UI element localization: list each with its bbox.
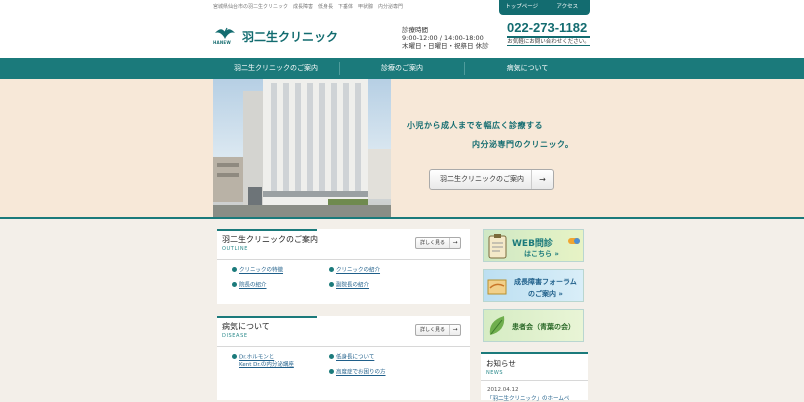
pill-icon [568,238,580,244]
outline-more-button[interactable]: 詳しく見る → [415,237,461,249]
link-label: 低身長について [336,354,375,361]
clinic-building-photo [213,79,391,218]
arrow-right-icon: → [449,238,460,248]
link-label: クリニックの紹介 [336,267,381,274]
nav-item-clinic-guide[interactable]: 羽二生クリニックのご案内 [213,58,339,79]
bullet-icon [232,282,237,287]
hero-divider [0,217,804,219]
main-nav: 羽二生クリニックのご案内 診療のご案内 病気について [0,58,804,79]
bullet-icon [232,354,237,359]
link-label: 高度症でお困りの方 [336,369,386,376]
leaf-icon [489,316,505,335]
disease-card: 病気について DISEASE 詳しく見る → Dr.ホルモンと Kent Dr.… [217,316,470,400]
contact-note[interactable]: お気軽にお問い合わせください。 [507,36,590,46]
bullet-icon [232,267,237,272]
hero-copy-line2: 内分泌専門のクリニック。 [472,140,574,149]
link-endocrine-lecture[interactable]: Kent Dr.の内分泌講座 [239,362,294,369]
clipboard-icon [488,234,507,259]
hero-button-label: 羽二生クリニックのご案内 [440,175,524,183]
news-divider [481,380,588,381]
hours-time: 9:00-12:00 / 14:00-18:00 [402,34,484,42]
bullet-icon [329,267,334,272]
link-director-intro[interactable]: 院長の紹介 [232,282,267,290]
bullet-icon [329,354,334,359]
outline-subtitle: OUTLINE [222,246,249,252]
link-clinic-features[interactable]: クリニックの特徴 [232,267,283,275]
more-label: 詳しく見る [420,327,446,333]
hero-section: 小児から成人までを幅広く診療する 内分泌専門のクリニック。 羽二生クリニックのご… [0,79,804,218]
top-links: トップページ アクセス [499,0,590,15]
growth-forum-banner[interactable]: 成長障害フォーラム のご案内 » [483,269,584,302]
phone-number[interactable]: 022-273-1182 [507,20,587,35]
card-divider [217,346,470,347]
link-label: クリニックの特徴 [239,267,284,274]
link-troubled[interactable]: 高度症でお困りの方 [329,369,386,377]
outline-card: 羽二生クリニックのご案内 OUTLINE 詳しく見る → クリニックの特徴 クリ… [217,229,470,304]
arrow-right-icon: → [531,170,553,189]
top-link-access[interactable]: アクセス [545,0,591,15]
hero-clinic-guide-button[interactable]: 羽二生クリニックのご案内 → [429,169,554,190]
nav-item-treatment[interactable]: 診療のご案内 [340,58,464,79]
patient-association-banner[interactable]: 患者会（青葉の会） [483,309,584,342]
news-date: 2012.04.12 [487,387,519,393]
link-clinic-intro[interactable]: クリニックの紹介 [329,267,380,275]
link-vice-director-intro[interactable]: 副院長の紹介 [329,282,369,290]
link-dr-hormone[interactable]: Dr.ホルモンと [232,354,274,362]
card-accent-bar [217,316,317,318]
logo-subtext: HANEW [213,40,231,45]
card-divider [217,259,470,260]
link-short-stature[interactable]: 低身長について [329,354,374,362]
arrow-right-icon: → [449,325,460,335]
link-label: Dr.ホルモンと [239,354,275,361]
bullet-icon [329,369,334,374]
web-questionnaire-banner[interactable]: WEB問診 はこちら » [483,229,584,262]
banner-web-line1: WEB問診 [512,239,553,249]
news-box: お知らせ NEWS 2012.04.12 「羽二生クリニック」のホームペ [481,352,588,402]
banner-web-line2: はこちら » [524,250,559,258]
link-label: 院長の紹介 [239,282,267,289]
banner-growth-line2: のご案内 » [528,290,563,298]
disease-subtitle: DISEASE [222,333,248,339]
clinic-hours: 診療時間 9:00-12:00 / 14:00-18:00 木曜日・日曜日・祝祭… [402,26,489,50]
news-item-link[interactable]: 「羽二生クリニック」のホームペ [487,394,569,402]
news-accent-bar [481,352,588,354]
site-header: 宮城県仙台市の羽二生クリニック 成長障害 低身長 下垂体 甲状腺 内分泌専門 H… [0,0,804,58]
hero-copy-line1: 小児から成人までを幅広く診療する [407,121,543,130]
header-tagline: 宮城県仙台市の羽二生クリニック 成長障害 低身長 下垂体 甲状腺 内分泌専門 [213,4,404,10]
clinic-logo-text[interactable]: 羽二生クリニック [242,28,338,45]
top-link-home[interactable]: トップページ [499,0,545,15]
disease-title: 病気について [222,322,270,331]
disease-more-button[interactable]: 詳しく見る → [415,324,461,336]
document-icon [487,279,507,295]
building-illustration [213,79,391,218]
outline-title: 羽二生クリニックのご案内 [222,235,318,244]
more-label: 詳しく見る [420,240,446,246]
card-accent-bar [217,229,317,231]
bullet-icon [329,282,334,287]
news-title: お知らせ [486,359,516,368]
banner-growth-line1: 成長障害フォーラム [514,278,577,286]
hours-title: 診療時間 [402,26,428,34]
link-label: 副院長の紹介 [336,282,370,289]
banner-patient-label: 患者会（青葉の会） [512,323,575,331]
nav-item-diseases[interactable]: 病気について [465,58,590,79]
news-subtitle: NEWS [486,370,504,376]
hours-closed: 木曜日・日曜日・祝祭日 休診 [402,42,489,50]
